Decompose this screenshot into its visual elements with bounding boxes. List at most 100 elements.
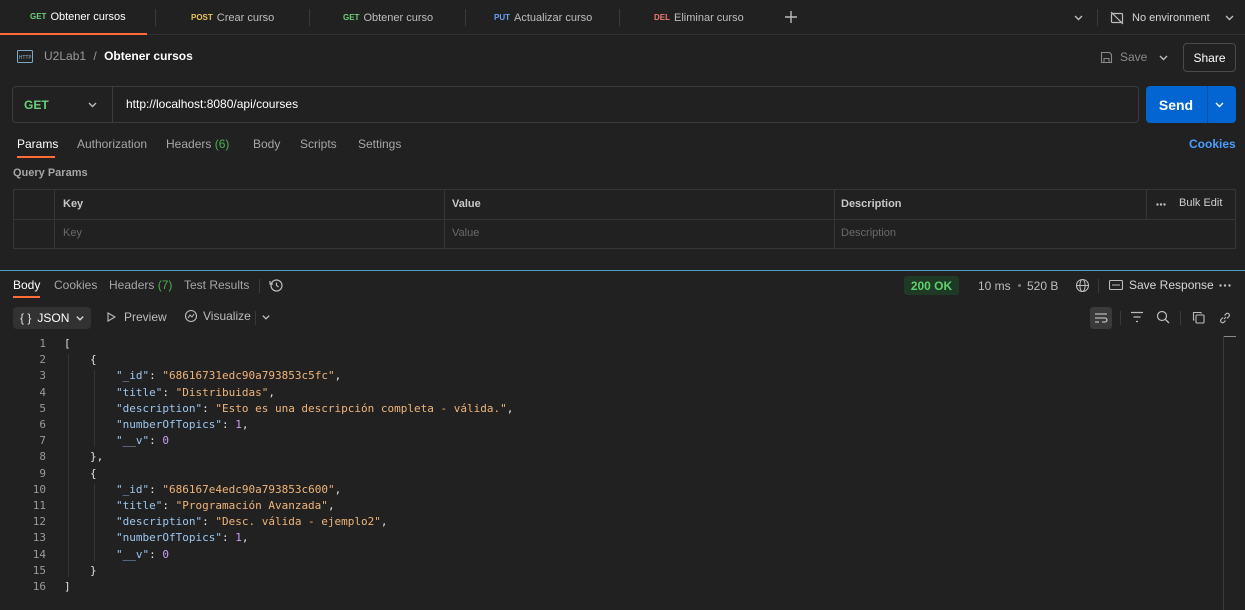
response-time[interactable]: 10 ms [978,279,1011,293]
save-button[interactable]: Save [1100,48,1147,66]
method-select[interactable]: GET [13,87,113,122]
history-icon[interactable] [269,278,284,293]
tab-headers[interactable]: Headers (6) [166,137,229,151]
status-text: 200 OK [910,278,953,293]
url-input[interactable]: http://localhost:8080/api/courses [126,97,298,111]
bulk-edit-button[interactable]: Bulk Edit [1179,197,1222,209]
line-number: 10 [32,482,46,496]
param-key-input[interactable]: Key [63,227,82,239]
line-number: 13 [32,531,46,545]
line-number: 8 [39,450,46,464]
code-line: "__v": 0 [116,547,169,563]
code-line: { [90,352,97,368]
json-punctuation: : [149,369,163,383]
tab-authorization[interactable]: Authorization [77,137,147,151]
json-punctuation: , [380,515,388,529]
share-button[interactable]: Share [1183,43,1236,72]
globe-icon[interactable] [1075,278,1090,293]
tab-method: DEL [654,13,670,22]
tab-params[interactable]: Params [17,137,58,158]
tab-divider [619,9,620,26]
response-tab-headers[interactable]: Headers (7) [109,278,172,292]
json-key: "__v" [116,434,150,448]
vertical-divider [1120,311,1121,325]
line-number: 5 [39,401,46,415]
save-response-icon [1109,279,1123,291]
line-number: 1 [39,337,46,350]
tab-scripts[interactable]: Scripts [300,137,337,151]
more-icon[interactable] [1156,203,1166,206]
tab-settings[interactable]: Settings [358,137,401,151]
tab-method: GET [30,12,47,21]
json-punctuation: , [334,482,342,496]
visualize-options-chevron-icon[interactable] [261,312,271,322]
line-number: 15 [32,563,46,577]
search-icon[interactable] [1156,310,1170,324]
send-options-chevron-icon[interactable] [1214,99,1225,110]
tab-body[interactable]: Body [253,137,280,151]
wrap-icon[interactable] [1090,307,1112,329]
tab-method: PUT [494,13,510,22]
more-icon[interactable] [1219,284,1231,287]
json-punctuation: : [162,499,176,512]
code-line: "title": "Programación Avanzada", [116,498,335,514]
response-tab-test-results[interactable]: Test Results [184,278,249,292]
indent-guide [94,370,95,448]
scrollbar[interactable] [1223,336,1235,610]
code-line: "description": "Desc. válida - ejemplo2"… [116,514,388,530]
json-number: 1 [235,531,242,545]
request-name[interactable]: Obtener cursos [104,49,193,63]
tabs-overflow-chevron-icon[interactable] [1073,12,1084,23]
breadcrumb-parent[interactable]: U2Lab1 [44,49,86,63]
response-tab-cookies[interactable]: Cookies [54,278,97,292]
indent-guide [94,483,95,561]
tab-label: Eliminar curso [674,11,744,24]
json-punctuation: { [90,466,97,480]
no-environment-icon [1110,11,1124,25]
visualize-label: Visualize [203,309,251,323]
json-key: "title" [116,385,163,399]
response-tab-body[interactable]: Body [13,278,40,298]
visualize-button[interactable]: Visualize [184,309,251,323]
code-line: ] [64,579,71,595]
tab-obtener-cursos[interactable]: GET Obtener cursos [0,0,147,35]
json-punctuation: : [221,418,236,431]
status-badge[interactable]: 200 OK [904,276,959,295]
environment-selector[interactable]: No environment [1110,0,1240,35]
response-tab-headers-count: (7) [157,278,173,292]
method-label: GET [24,97,49,112]
tab-crear-curso[interactable]: POST Crear curso [191,0,274,35]
add-tab-icon[interactable] [784,10,798,24]
response-divider[interactable] [0,270,1245,271]
copy-icon[interactable] [1192,311,1205,324]
code-line: } [90,563,97,579]
tab-actualizar-curso[interactable]: PUT Actualizar curso [494,0,592,35]
tab-label: Actualizar curso [514,11,593,24]
json-key: "_id" [116,482,150,496]
save-label: Save [1120,50,1148,64]
column-header-description: Description [841,198,902,210]
json-punctuation: , [327,499,335,512]
link-icon[interactable] [1218,311,1232,325]
response-body-editor[interactable]: 1 [2 {3 "_id": "68616731edc90a793853c5fc", 4… [0,336,1222,610]
param-value-input[interactable]: Value [452,227,479,239]
save-options-chevron-icon[interactable] [1158,52,1169,63]
param-description-input[interactable]: Description [841,227,896,239]
preview-button[interactable]: Preview [107,310,167,324]
format-select[interactable]: { } JSON [13,307,91,329]
tab-divider [309,9,310,26]
filter-icon[interactable] [1130,311,1144,323]
send-action[interactable]: Send [1146,86,1206,123]
response-tab-headers-label: Headers [109,278,155,292]
line-number: 4 [39,385,46,399]
chevron-down-icon [75,313,85,323]
column-divider [1146,190,1147,219]
json-punctuation: } [90,563,97,577]
cookies-link[interactable]: Cookies [1189,137,1236,151]
tab-obtener-curso[interactable]: GET Obtener curso [343,0,433,35]
tab-eliminar-curso[interactable]: DEL Eliminar curso [654,0,744,35]
save-response-button[interactable]: Save Response [1109,278,1214,292]
chevron-down-icon [1224,12,1235,23]
tab-label: Obtener cursos [50,10,126,23]
response-size[interactable]: 520 B [1027,279,1058,293]
